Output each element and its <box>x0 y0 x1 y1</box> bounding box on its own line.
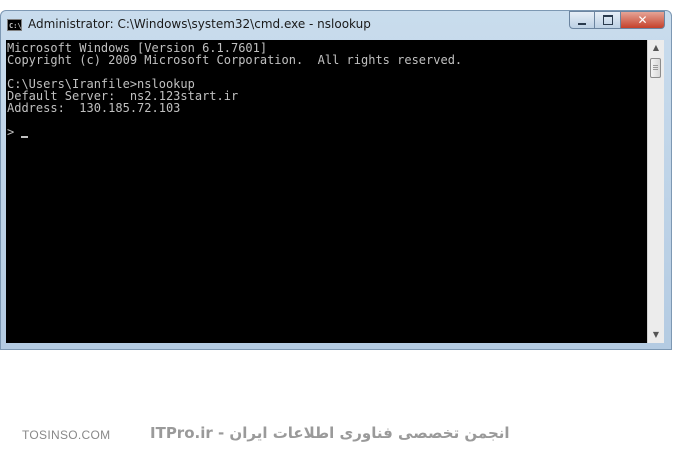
close-button[interactable]: ✕ <box>621 11 665 29</box>
close-icon: ✕ <box>637 13 648 27</box>
scroll-down-arrow-icon[interactable]: ▼ <box>648 327 664 343</box>
minimize-icon <box>578 22 586 25</box>
watermark-site: TOSINSO.COM <box>22 428 111 442</box>
title-bar[interactable]: C:\ Administrator: C:\Windows\system32\c… <box>1 11 671 40</box>
caption-buttons: ✕ <box>569 11 665 31</box>
grip-icon <box>653 65 658 71</box>
maximize-button[interactable] <box>595 11 621 29</box>
text-cursor <box>21 136 29 138</box>
cmd-window: C:\ Administrator: C:\Windows\system32\c… <box>0 10 672 350</box>
scroll-thumb[interactable] <box>650 58 661 78</box>
cmd-app-icon[interactable]: C:\ <box>7 19 22 31</box>
maximize-icon <box>602 15 613 25</box>
console-line: Address: 130.185.72.103 <box>7 101 181 115</box>
console-output[interactable]: Microsoft Windows [Version 6.1.7601] Cop… <box>6 40 647 343</box>
console-prompt-line[interactable]: > <box>7 126 647 138</box>
window-title: Administrator: C:\Windows\system32\cmd.e… <box>28 17 371 31</box>
minimize-button[interactable] <box>569 11 595 29</box>
watermark-brand: ITPro.ir - انجمن تخصصی فناوری اطلاعات ای… <box>150 424 510 442</box>
vertical-scrollbar[interactable]: ▲ ▼ <box>647 40 664 343</box>
prompt-symbol: > <box>7 125 15 139</box>
console-line: Copyright (c) 2009 Microsoft Corporation… <box>7 53 463 67</box>
scroll-up-arrow-icon[interactable]: ▲ <box>648 40 664 56</box>
